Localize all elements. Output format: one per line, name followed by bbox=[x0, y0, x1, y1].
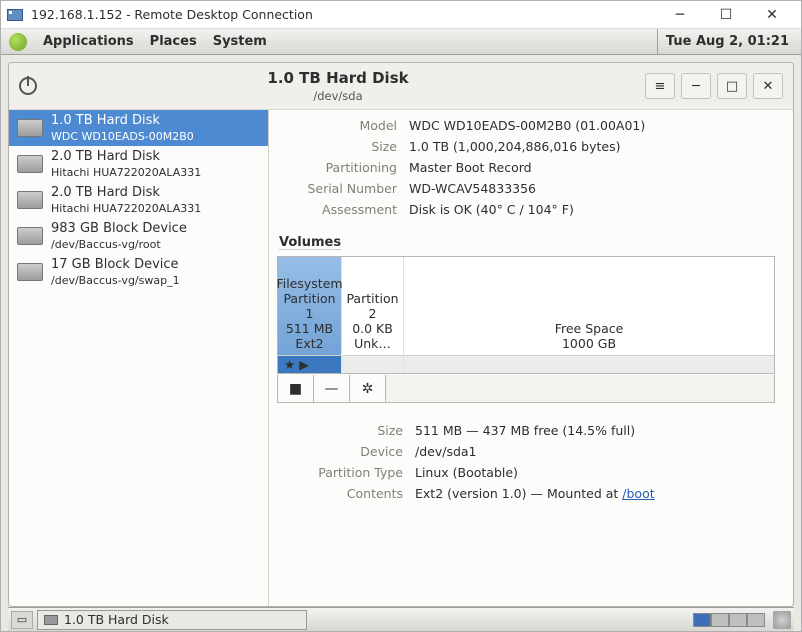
serial-label: Serial Number bbox=[277, 181, 397, 196]
power-icon[interactable] bbox=[19, 77, 37, 95]
assessment-value: Disk is OK (40° C / 104° F) bbox=[409, 202, 775, 217]
mount-link[interactable]: /boot bbox=[622, 486, 654, 501]
rdp-icon bbox=[7, 9, 23, 21]
size-value: 1.0 TB (1,000,204,886,016 bytes) bbox=[409, 139, 775, 154]
panel-clock[interactable]: Tue Aug 2, 01:21 bbox=[657, 29, 797, 55]
serial-value: WD-WCAV54833356 bbox=[409, 181, 775, 196]
rdp-maximize-button[interactable]: ☐ bbox=[703, 1, 749, 28]
partition-device-value: /dev/sda1 bbox=[415, 444, 775, 459]
volume-segment-partition1[interactable]: FilesystemPartition 1511 MB Ext2 ★▶ bbox=[278, 257, 342, 373]
drive-icon bbox=[44, 615, 58, 625]
workspace-1[interactable] bbox=[693, 613, 711, 627]
star-icon: ★ bbox=[284, 357, 295, 372]
disk-list-item[interactable]: 983 GB Block Device/dev/Baccus-vg/root bbox=[9, 218, 268, 254]
model-label: Model bbox=[277, 118, 397, 133]
assessment-label: Assessment bbox=[277, 202, 397, 217]
drive-icon bbox=[17, 191, 43, 209]
partition-contents-label: Contents bbox=[277, 486, 403, 501]
workspace-switcher[interactable] bbox=[693, 613, 765, 627]
rdp-close-button[interactable]: ✕ bbox=[749, 1, 795, 28]
partition-type-value: Linux (Bootable) bbox=[415, 465, 775, 480]
menu-places[interactable]: Places bbox=[142, 29, 205, 55]
drive-icon bbox=[17, 227, 43, 245]
rdp-title: 192.168.1.152 - Remote Desktop Connectio… bbox=[31, 7, 657, 22]
workspace-4[interactable] bbox=[747, 613, 765, 627]
taskbar-item-disks[interactable]: 1.0 TB Hard Disk bbox=[37, 610, 307, 630]
model-value: WDC WD10EADS-00M2B0 (01.00A01) bbox=[409, 118, 775, 133]
disk-list: 1.0 TB Hard DiskWDC WD10EADS-00M2B0 2.0 … bbox=[9, 110, 269, 606]
drive-icon bbox=[17, 119, 43, 137]
partition-device-label: Device bbox=[277, 444, 403, 459]
rdp-minimize-button[interactable]: ─ bbox=[657, 1, 703, 28]
disk-list-item[interactable]: 17 GB Block Device/dev/Baccus-vg/swap_1 bbox=[9, 254, 268, 290]
delete-partition-button[interactable]: — bbox=[314, 375, 350, 402]
partitioning-value: Master Boot Record bbox=[409, 160, 775, 175]
app-title: 1.0 TB Hard Disk bbox=[37, 69, 639, 89]
volumes-heading: Volumes bbox=[279, 235, 775, 250]
trash-icon[interactable] bbox=[773, 611, 791, 629]
mate-logo-icon[interactable] bbox=[9, 33, 27, 51]
disk-list-item[interactable]: 2.0 TB Hard DiskHitachi HUA722020ALA331 bbox=[9, 146, 268, 182]
play-icon: ▶ bbox=[299, 357, 309, 372]
window-minimize-button[interactable]: ─ bbox=[681, 73, 711, 99]
workspace-2[interactable] bbox=[711, 613, 729, 627]
drive-icon bbox=[17, 263, 43, 281]
partition-type-label: Partition Type bbox=[277, 465, 403, 480]
unmount-button[interactable]: ■ bbox=[278, 375, 314, 402]
window-close-button[interactable]: ✕ bbox=[753, 73, 783, 99]
workspace-3[interactable] bbox=[729, 613, 747, 627]
disk-list-item[interactable]: 1.0 TB Hard DiskWDC WD10EADS-00M2B0 bbox=[9, 110, 268, 146]
menu-applications[interactable]: Applications bbox=[35, 29, 142, 55]
rdp-titlebar: 192.168.1.152 - Remote Desktop Connectio… bbox=[1, 1, 801, 29]
menu-system[interactable]: System bbox=[205, 29, 275, 55]
app-subtitle: /dev/sda bbox=[37, 89, 639, 104]
menu-button[interactable]: ≡ bbox=[645, 73, 675, 99]
drive-icon bbox=[17, 155, 43, 173]
disk-list-item[interactable]: 2.0 TB Hard DiskHitachi HUA722020ALA331 bbox=[9, 182, 268, 218]
volume-map: FilesystemPartition 1511 MB Ext2 ★▶ Part… bbox=[277, 256, 775, 374]
volume-segment-freespace[interactable]: Free Space1000 GB bbox=[404, 257, 774, 373]
partition-size-value: 511 MB — 437 MB free (14.5% full) bbox=[415, 423, 775, 438]
partitioning-label: Partitioning bbox=[277, 160, 397, 175]
partition-contents-value: Ext2 (version 1.0) — Mounted at /boot bbox=[415, 486, 775, 501]
window-maximize-button[interactable]: □ bbox=[717, 73, 747, 99]
more-actions-button[interactable]: ✲ bbox=[350, 375, 386, 402]
partition-size-label: Size bbox=[277, 423, 403, 438]
disks-window: 1.0 TB Hard Disk /dev/sda ≡ ─ □ ✕ 1.0 TB… bbox=[8, 62, 794, 607]
volume-segment-partition2[interactable]: Partition 20.0 KB Unk… bbox=[342, 257, 404, 373]
show-desktop-button[interactable]: ▭ bbox=[11, 611, 33, 629]
size-label: Size bbox=[277, 139, 397, 154]
